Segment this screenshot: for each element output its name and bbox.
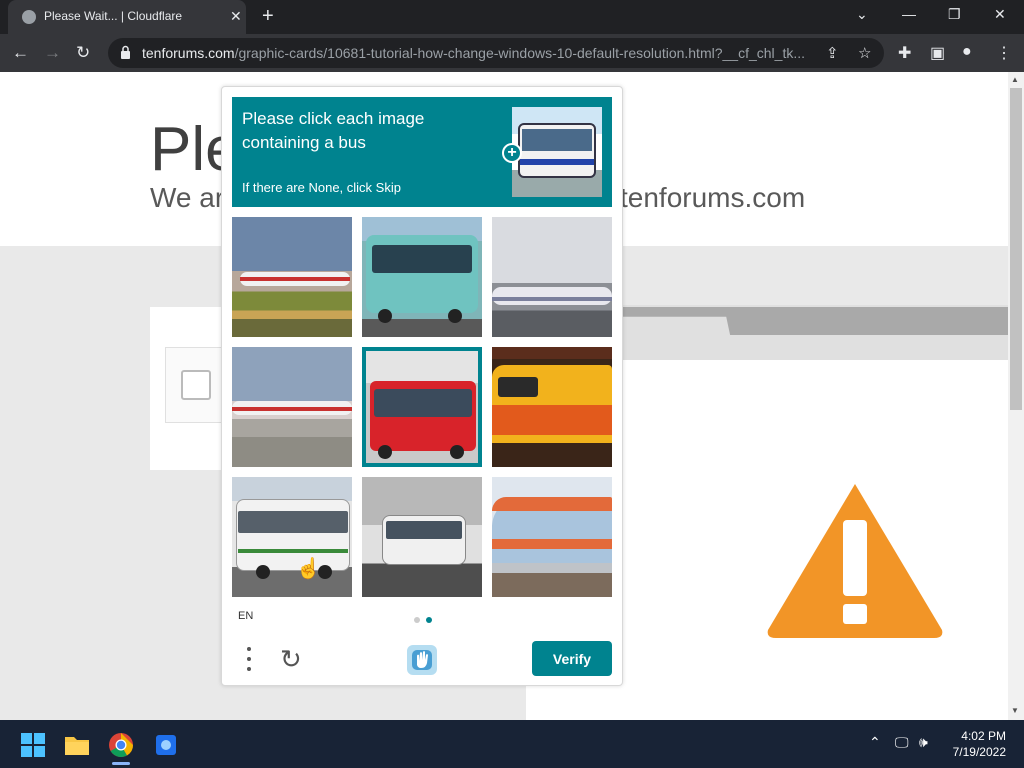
prompt-subtext: If there are None, click Skip: [242, 180, 401, 195]
tab-strip: Please Wait... | Cloudflare ✕ + ⌄ — ❐ ✕: [0, 0, 1024, 34]
captcha-tile-9[interactable]: [492, 477, 612, 597]
challenge-checkbox[interactable]: [181, 370, 211, 400]
scroll-up-icon[interactable]: ▲: [1011, 75, 1019, 84]
reload-button[interactable]: ↻: [76, 43, 90, 63]
chrome-icon[interactable]: [108, 732, 134, 758]
scrollbar-thumb[interactable]: [1010, 88, 1022, 410]
file-explorer-icon[interactable]: [64, 732, 90, 758]
close-window-button[interactable]: ✕: [994, 6, 1006, 23]
page-dot-1: [414, 617, 420, 623]
site-name: tenforums.com: [620, 182, 806, 213]
side-panel-icon[interactable]: ▣: [930, 43, 945, 63]
restore-button[interactable]: ❐: [948, 6, 961, 23]
expand-example-button[interactable]: +: [502, 143, 522, 163]
network-icon[interactable]: 🖵: [895, 734, 909, 751]
captcha-tile-7[interactable]: [232, 477, 352, 597]
app-icon[interactable]: [153, 732, 179, 758]
captcha-tile-6[interactable]: [492, 347, 612, 467]
captcha-tile-1[interactable]: [232, 217, 352, 337]
captcha-tile-2[interactable]: [362, 217, 482, 337]
browser-toolbar: ← → ↻ tenforums.com/graphic-cards/10681-…: [0, 34, 1024, 72]
extensions-icon[interactable]: ✚: [898, 43, 911, 63]
page-dot-2: [426, 617, 432, 623]
menu-icon[interactable]: ⋮: [996, 43, 1012, 63]
address-bar[interactable]: tenforums.com/graphic-cards/10681-tutori…: [108, 38, 884, 68]
new-tab-button[interactable]: +: [262, 5, 274, 28]
hcaptcha-logo-icon: [407, 645, 437, 675]
warning-icon: [767, 484, 943, 638]
captcha-dialog: Please click each image containing a bus…: [221, 86, 623, 686]
captcha-prompt: Please click each image containing a bus…: [232, 97, 612, 207]
page-subheading: We ar: [150, 182, 225, 213]
browser-tab[interactable]: Please Wait... | Cloudflare ✕: [8, 0, 246, 34]
minimize-button[interactable]: —: [902, 6, 916, 22]
captcha-tile-5[interactable]: [362, 347, 482, 467]
example-image: [512, 107, 602, 197]
back-button[interactable]: ←: [12, 43, 29, 63]
scroll-down-icon[interactable]: ▼: [1011, 706, 1019, 715]
url-text[interactable]: tenforums.com/graphic-cards/10681-tutori…: [142, 45, 822, 61]
bookmark-star-icon[interactable]: ☆: [858, 44, 871, 62]
tab-title: Please Wait... | Cloudflare: [44, 9, 183, 23]
clock-date: 7/19/2022: [952, 745, 1006, 759]
system-clock[interactable]: 4:02 PM 7/19/2022: [946, 728, 1006, 760]
globe-icon: [22, 10, 36, 24]
lock-icon: [121, 45, 130, 59]
url-path: /graphic-cards/10681-tutorial-how-change…: [234, 45, 805, 61]
volume-icon[interactable]: 🕪: [919, 734, 928, 751]
tab-search-icon[interactable]: ⌄: [856, 6, 868, 23]
prompt-text: Please click each image containing a bus: [242, 109, 425, 152]
tab-close-button[interactable]: ✕: [230, 8, 242, 25]
show-hidden-icons[interactable]: ⌃: [869, 734, 881, 751]
verify-button[interactable]: Verify: [532, 641, 612, 676]
captcha-tile-3[interactable]: [492, 217, 612, 337]
captcha-menu-button[interactable]: [244, 647, 254, 673]
active-app-indicator: [112, 762, 130, 765]
share-icon[interactable]: ⇪: [826, 44, 839, 62]
refresh-challenge-button[interactable]: ↻: [280, 644, 302, 675]
language-selector[interactable]: EN: [238, 610, 253, 622]
profile-icon[interactable]: ●: [962, 43, 972, 61]
captcha-tile-4[interactable]: [232, 347, 352, 467]
forward-button[interactable]: →: [44, 43, 61, 63]
start-icon[interactable]: [20, 732, 46, 758]
mouse-cursor-icon: ☝: [296, 558, 321, 580]
url-host: tenforums.com: [142, 45, 235, 61]
clock-time: 4:02 PM: [961, 729, 1006, 743]
captcha-tile-8[interactable]: [362, 477, 482, 597]
